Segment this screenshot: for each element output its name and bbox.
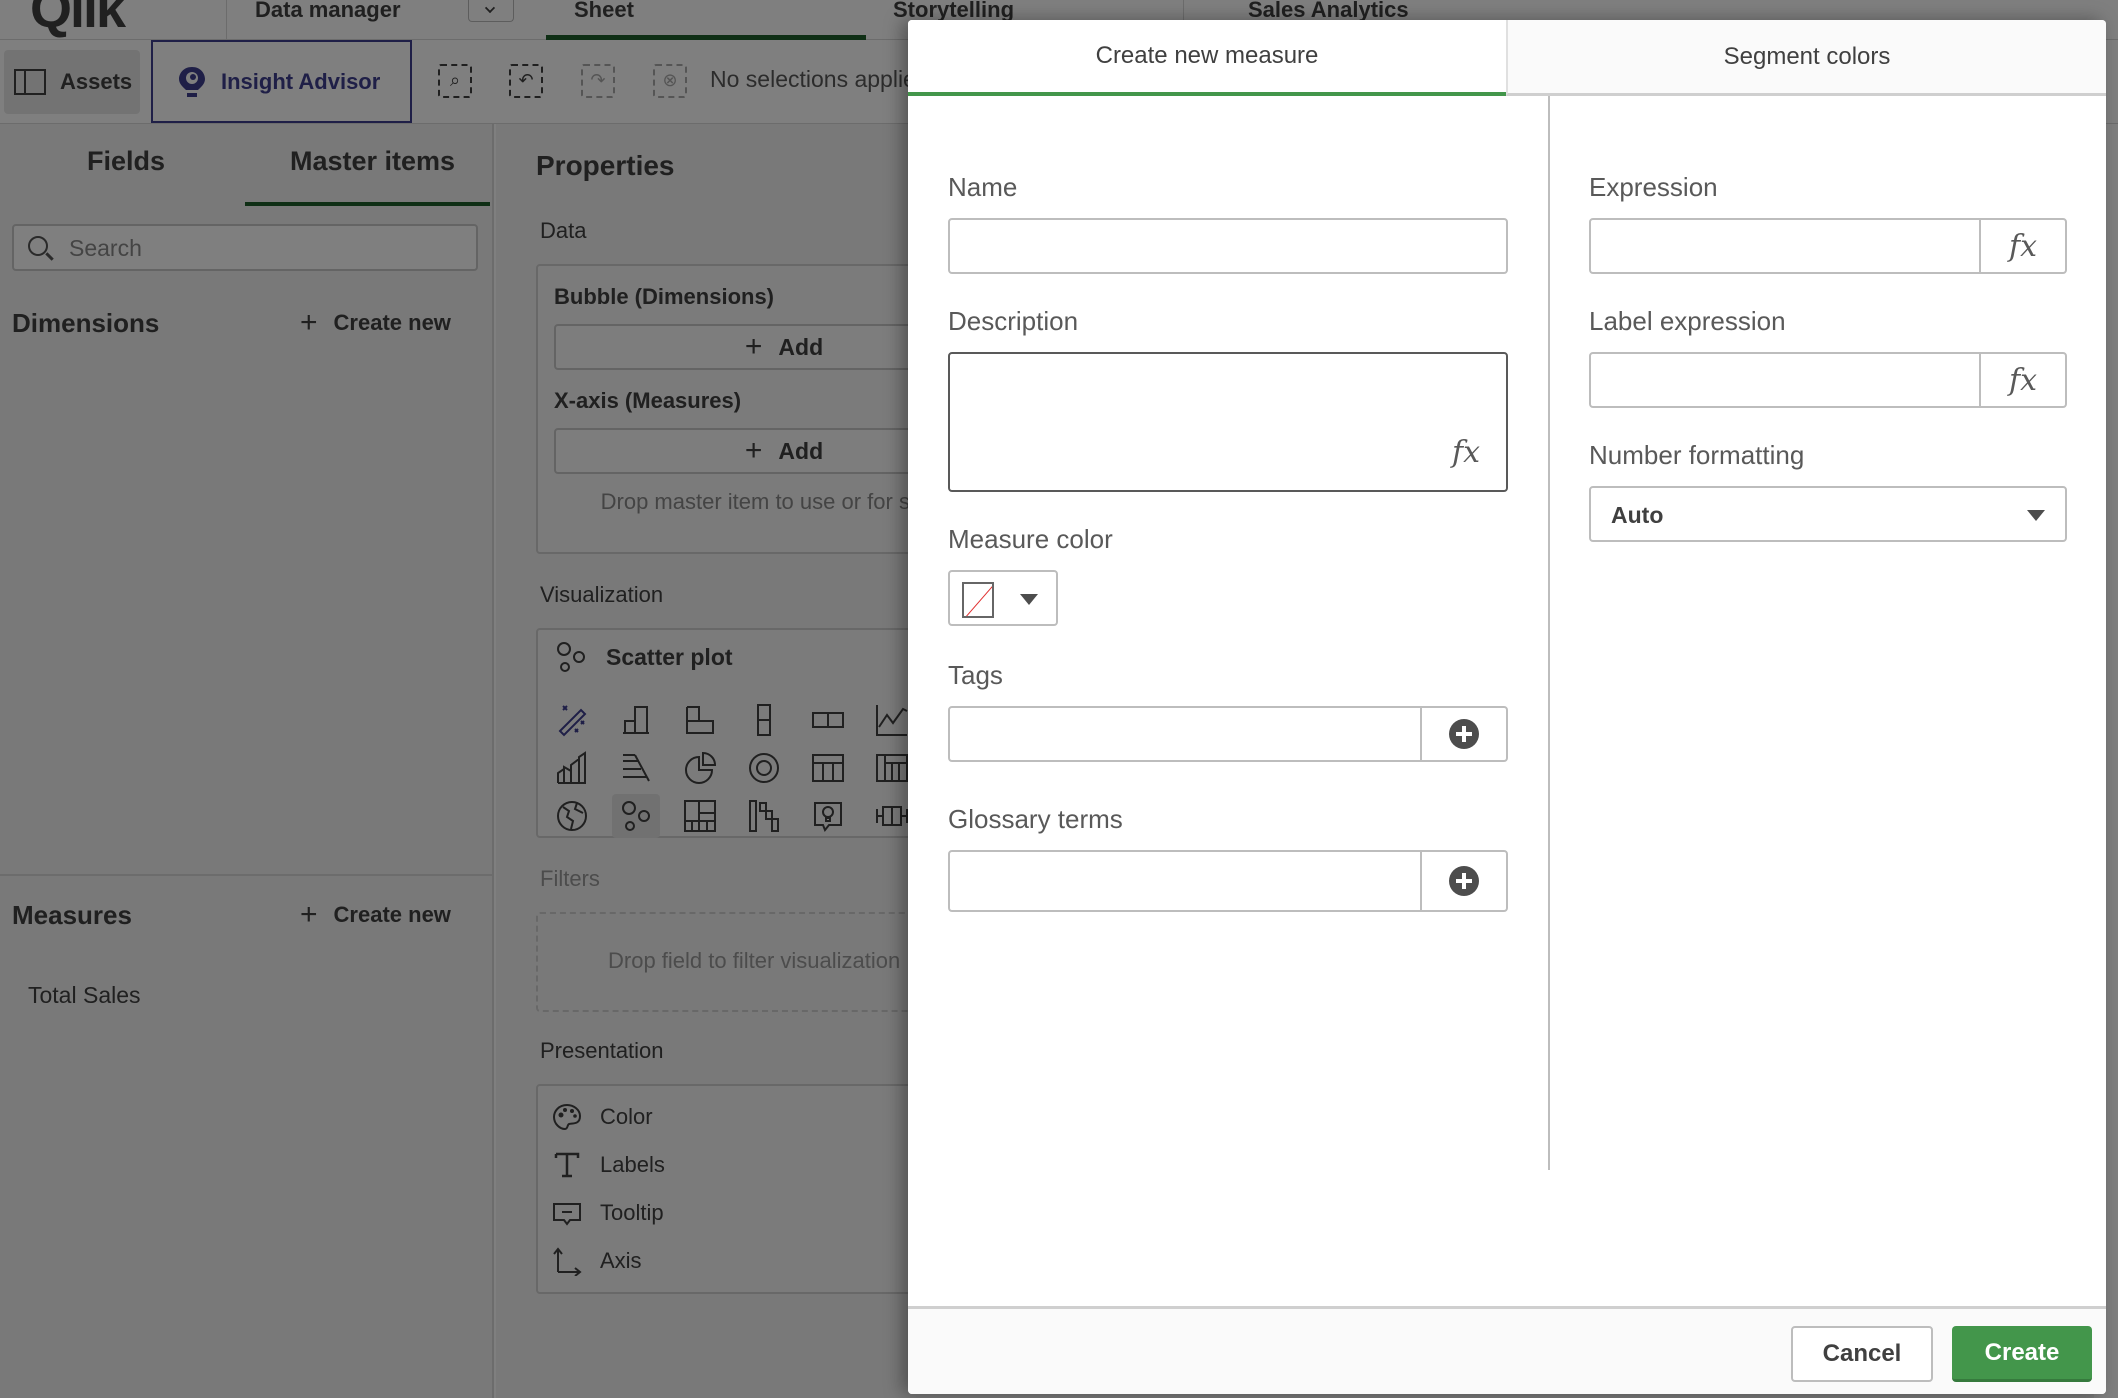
label-expression-label: Label expression bbox=[1589, 306, 1786, 336]
name-input[interactable] bbox=[950, 220, 1506, 272]
caret-down-icon bbox=[2027, 510, 2045, 521]
name-label: Name bbox=[948, 172, 1018, 202]
description-input[interactable] bbox=[950, 354, 1506, 490]
description-label: Description bbox=[948, 306, 1079, 336]
cancel-button[interactable]: Cancel bbox=[1791, 1326, 1933, 1382]
dialog-footer: Cancel Create bbox=[908, 1306, 2106, 1394]
tags-input[interactable] bbox=[950, 708, 1420, 760]
create-measure-dialog: Create new measure Segment colors Name D… bbox=[908, 20, 2106, 1394]
fx-icon: fx bbox=[2008, 228, 2038, 264]
measure-color-picker[interactable] bbox=[948, 570, 1058, 626]
expression-editor-icon[interactable]: fx bbox=[1452, 435, 1480, 470]
expression-label: Expression bbox=[1589, 172, 1718, 202]
tags-field bbox=[948, 706, 1508, 762]
tab-segment-colors[interactable]: Segment colors bbox=[1506, 20, 2106, 96]
no-color-swatch-icon bbox=[962, 582, 994, 618]
plus-circle-icon bbox=[1449, 866, 1479, 896]
tab-create-new-measure[interactable]: Create new measure bbox=[908, 20, 1506, 96]
add-glossary-term-button[interactable] bbox=[1420, 852, 1506, 910]
number-formatting-select[interactable]: Auto bbox=[1589, 486, 2067, 542]
name-field[interactable] bbox=[948, 218, 1508, 274]
label-expression-editor-button[interactable]: fx bbox=[1979, 354, 2065, 406]
tags-label: Tags bbox=[948, 660, 1003, 690]
dialog-tabs: Create new measure Segment colors bbox=[908, 20, 2106, 96]
expression-editor-button[interactable]: fx bbox=[1979, 220, 2065, 272]
plus-circle-icon bbox=[1449, 719, 1479, 749]
glossary-terms-label: Glossary terms bbox=[948, 804, 1123, 834]
number-formatting-label: Number formatting bbox=[1589, 440, 1805, 470]
expression-field: fx bbox=[1589, 218, 2067, 274]
fx-icon: fx bbox=[2008, 362, 2038, 398]
measure-color-label: Measure color bbox=[948, 524, 1113, 554]
number-formatting-value: Auto bbox=[1611, 502, 1664, 528]
create-button[interactable]: Create bbox=[1952, 1326, 2092, 1382]
glossary-terms-input[interactable] bbox=[950, 852, 1420, 910]
label-expression-input[interactable] bbox=[1591, 354, 1979, 406]
column-divider bbox=[1548, 96, 1550, 1170]
add-tag-button[interactable] bbox=[1420, 708, 1506, 760]
caret-down-icon bbox=[1020, 594, 1038, 605]
expression-input[interactable] bbox=[1591, 220, 1979, 272]
glossary-terms-field bbox=[948, 850, 1508, 912]
description-field[interactable]: fx bbox=[948, 352, 1508, 492]
label-expression-field: fx bbox=[1589, 352, 2067, 408]
